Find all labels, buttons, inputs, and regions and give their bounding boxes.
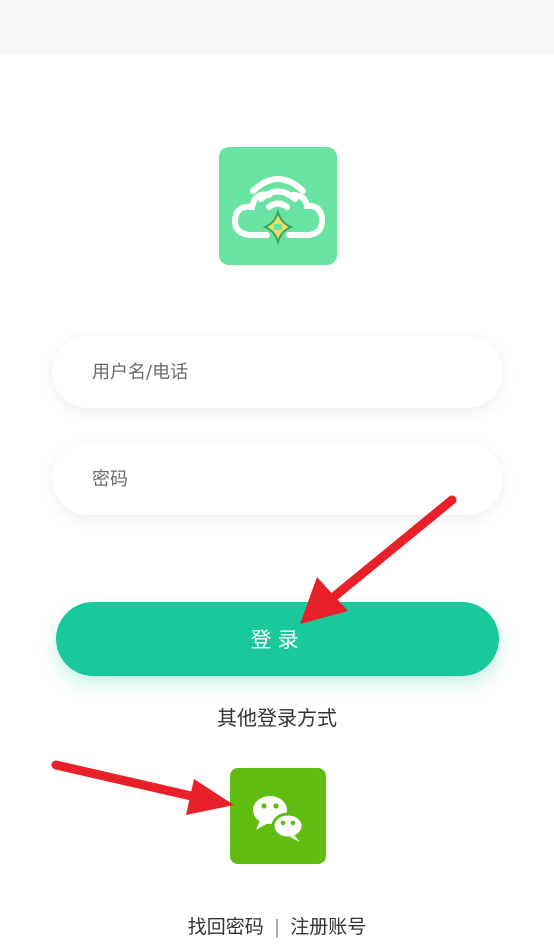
username-field[interactable] — [52, 336, 503, 408]
login-button[interactable]: 登录 — [56, 602, 499, 676]
password-field[interactable] — [52, 443, 503, 515]
footer-links: 找回密码 | 注册账号 — [0, 912, 554, 939]
other-login-title: 其他登录方式 — [217, 706, 337, 730]
status-bar — [0, 0, 554, 54]
forgot-password-link[interactable]: 找回密码 — [188, 916, 264, 938]
cloud-wifi-icon — [231, 176, 326, 246]
red-arrow-icon — [51, 760, 234, 815]
password-input[interactable] — [90, 467, 474, 491]
username-input[interactable] — [90, 360, 474, 384]
wechat-login-button[interactable] — [230, 768, 326, 864]
register-link[interactable]: 注册账号 — [290, 916, 366, 938]
wechat-icon — [253, 796, 305, 842]
app-logo: 医生 — [219, 147, 337, 265]
footer-separator: | — [273, 916, 281, 938]
